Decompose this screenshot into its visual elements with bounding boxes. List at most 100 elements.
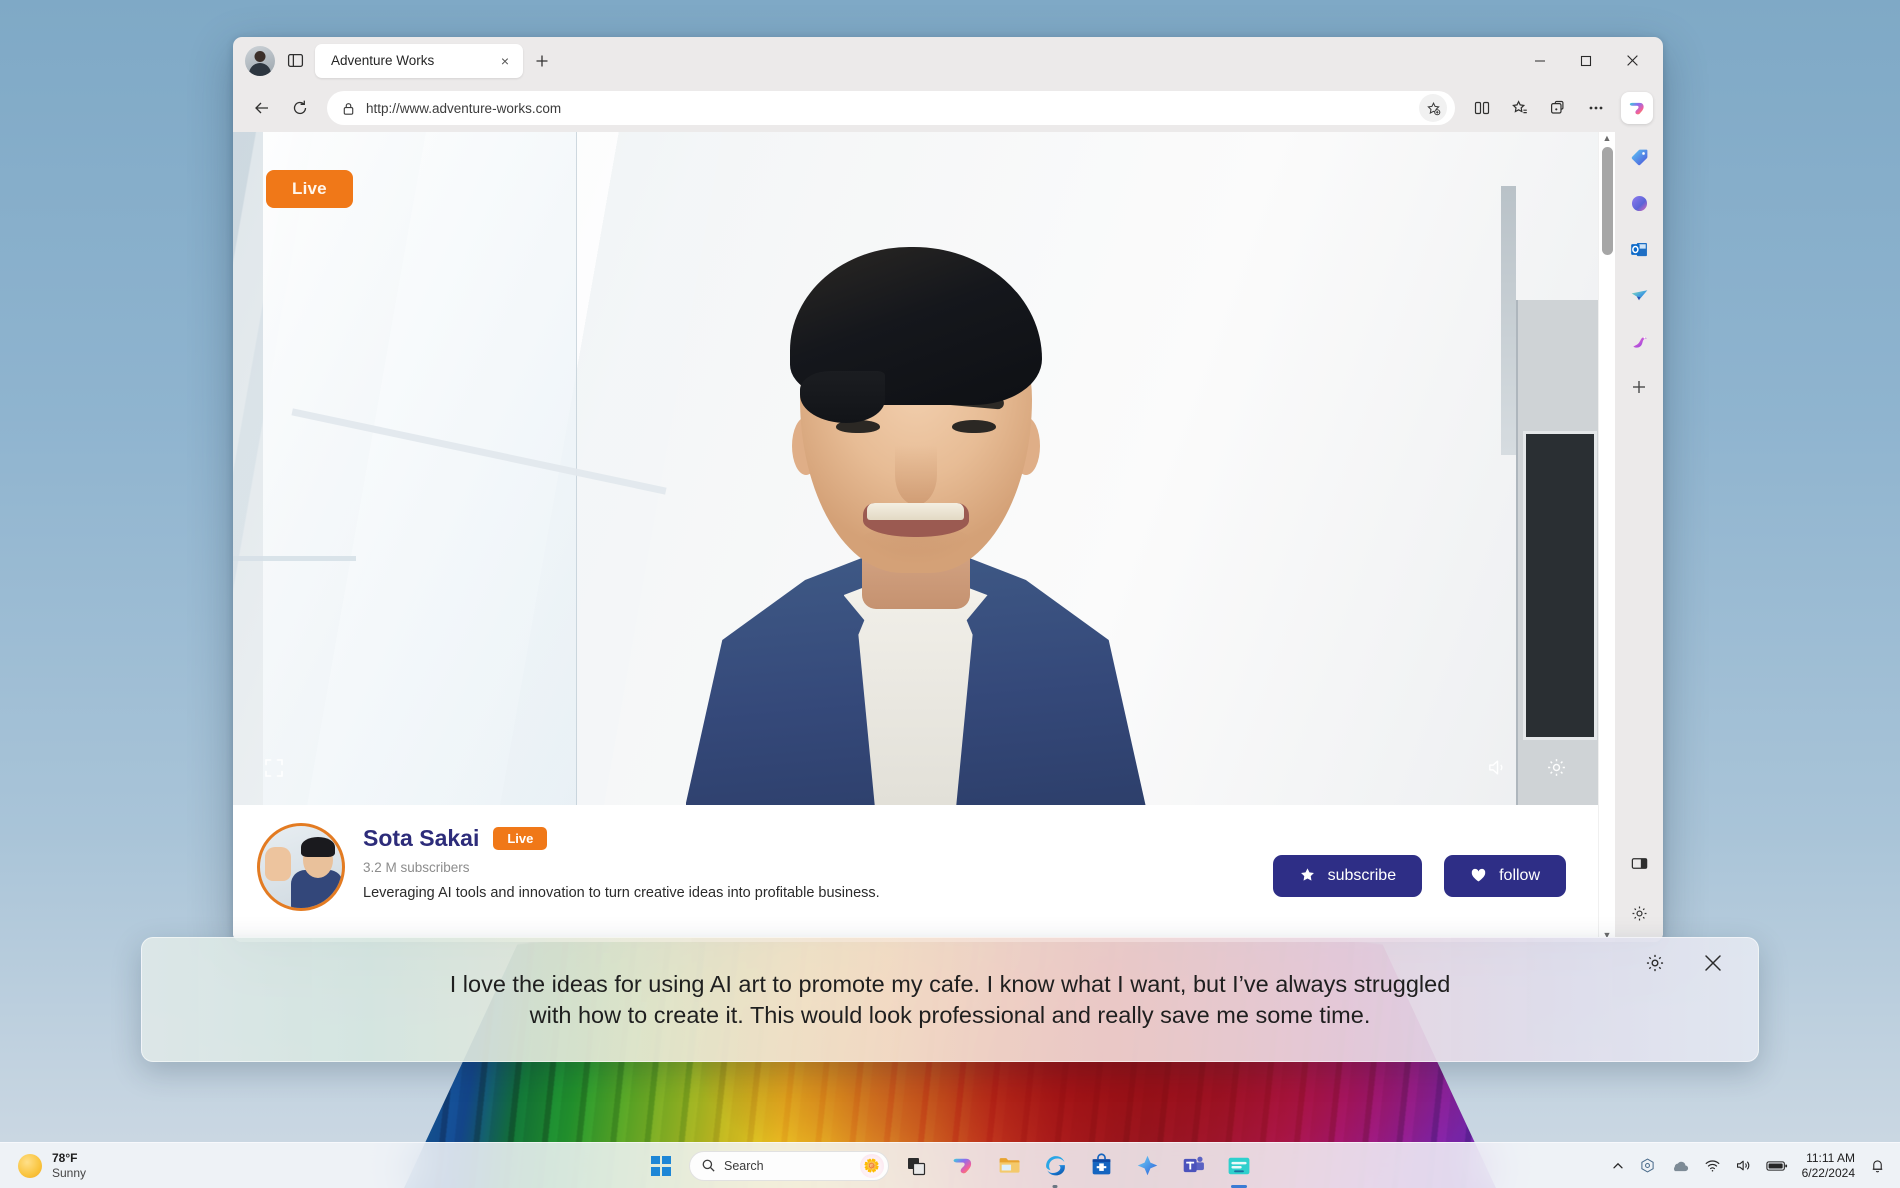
system-tray: 11:11 AM 6/22/2024 <box>1611 1151 1900 1181</box>
subscribe-button[interactable]: subscribe <box>1272 854 1423 897</box>
edge-sidebar <box>1615 132 1663 942</box>
shopping-tag-icon[interactable] <box>1624 142 1654 172</box>
tab-strip: Adventure Works × <box>233 37 1663 84</box>
weather-text: 78°F Sunny <box>52 1151 86 1180</box>
video-monitor <box>1516 300 1598 805</box>
battery-icon[interactable] <box>1765 1159 1788 1173</box>
weather-widget[interactable]: 78°F Sunny <box>0 1151 240 1180</box>
start-button[interactable] <box>643 1148 679 1184</box>
clock-time: 11:11 AM <box>1806 1150 1855 1165</box>
add-sidebar-icon[interactable] <box>1624 372 1654 402</box>
refresh-icon[interactable] <box>283 91 317 125</box>
caption-settings-icon[interactable] <box>1644 952 1666 974</box>
clock-date: 6/22/2024 <box>1801 1165 1855 1180</box>
fullscreen-icon[interactable] <box>263 757 285 779</box>
live-badge: Live <box>266 170 353 208</box>
outlook-icon[interactable] <box>1624 234 1654 264</box>
split-screen-icon[interactable] <box>1465 91 1499 125</box>
scrollbar-track[interactable] <box>1599 143 1615 931</box>
caption-text: I love the ideas for using AI art to pro… <box>449 970 1451 1028</box>
toggle-sidebar-icon[interactable] <box>1624 848 1654 878</box>
favorites-icon[interactable] <box>1503 91 1537 125</box>
video-window-pane <box>263 132 577 805</box>
channel-actions: subscribe follow <box>1272 854 1572 897</box>
taskbar-clock[interactable]: 11:11 AM 6/22/2024 <box>1802 1151 1855 1181</box>
store-icon[interactable] <box>1083 1148 1119 1184</box>
weather-condition: Sunny <box>52 1165 87 1180</box>
tab-title: Adventure Works <box>331 53 435 68</box>
onedrive-icon[interactable] <box>1670 1156 1690 1176</box>
navigation-toolbar: http://www.adventure-works.com <box>233 84 1663 132</box>
scrollbar-thumb[interactable] <box>1602 147 1613 255</box>
window-controls <box>1517 44 1655 78</box>
windows-taskbar: 78°F Sunny Search 🌼 11:11 AM 6/22/2024 <box>0 1142 1900 1188</box>
subscribe-label: subscribe <box>1327 866 1397 884</box>
new-tab-icon[interactable] <box>527 46 557 76</box>
video-presenter <box>685 165 1146 805</box>
edge-icon[interactable] <box>1037 1148 1073 1184</box>
minimize-button[interactable] <box>1517 44 1563 78</box>
maximize-button[interactable] <box>1563 44 1609 78</box>
channel-name: Sota Sakai <box>363 825 480 851</box>
address-bar[interactable]: http://www.adventure-works.com <box>327 91 1455 125</box>
web-page: Live Sota Sakai Live 3.2 M subscribers L… <box>233 132 1598 942</box>
scroll-up-icon[interactable]: ▲ <box>1603 134 1612 143</box>
collections-icon[interactable] <box>1541 91 1575 125</box>
network-icon[interactable] <box>1639 1157 1656 1174</box>
volume-icon[interactable] <box>1735 1157 1752 1174</box>
live-video-player[interactable]: Live <box>233 132 1598 805</box>
follow-label: follow <box>1499 866 1540 884</box>
meeting-app-icon[interactable] <box>1221 1148 1257 1184</box>
wifi-icon[interactable] <box>1704 1157 1721 1174</box>
volume-icon[interactable] <box>1486 756 1509 779</box>
sidebar-bottom-actions <box>1624 848 1654 942</box>
show-hidden-icons-icon[interactable] <box>1611 1159 1625 1173</box>
copilot-icon[interactable] <box>1621 92 1653 124</box>
profile-avatar-icon[interactable] <box>245 45 275 76</box>
teams-icon[interactable] <box>1175 1148 1211 1184</box>
weather-temperature: 78°F <box>52 1151 78 1166</box>
settings-gear-icon[interactable] <box>1545 756 1568 779</box>
close-window-button[interactable] <box>1609 44 1655 78</box>
search-icon <box>701 1158 716 1173</box>
page-scrollbar[interactable]: ▲ ▼ <box>1598 132 1615 942</box>
caption-close-icon[interactable] <box>1702 952 1724 974</box>
video-wall-edge <box>1501 185 1517 456</box>
channel-avatar[interactable] <box>257 823 345 911</box>
file-explorer-icon[interactable] <box>991 1148 1027 1184</box>
address-bar-url: http://www.adventure-works.com <box>366 100 562 116</box>
channel-details: Sota Sakai Live 3.2 M subscribers Levera… <box>363 823 1255 901</box>
sun-icon <box>18 1153 42 1178</box>
copilot-icon[interactable] <box>945 1148 981 1184</box>
lock-icon <box>341 101 356 116</box>
browser-window: Adventure Works × http://www.adventure-w… <box>233 37 1663 942</box>
taskbar-center: Search 🌼 <box>643 1148 1257 1184</box>
back-arrow-icon[interactable] <box>245 91 279 125</box>
channel-name-row: Sota Sakai Live <box>363 825 1255 852</box>
lotus-icon[interactable]: 🌼 <box>860 1153 884 1178</box>
tab-actions-icon[interactable] <box>279 45 311 77</box>
search-placeholder: Search <box>724 1158 764 1173</box>
designer-icon[interactable] <box>1129 1148 1165 1184</box>
browser-tab[interactable]: Adventure Works × <box>315 43 523 78</box>
add-favorite-icon[interactable] <box>1419 94 1447 122</box>
close-tab-icon[interactable]: × <box>495 51 515 71</box>
follow-button[interactable]: follow <box>1444 854 1566 897</box>
channel-info-bar: Sota Sakai Live 3.2 M subscribers Levera… <box>233 805 1598 942</box>
video-controls-right <box>1486 756 1568 779</box>
heart-icon <box>1470 867 1487 884</box>
microsoft-365-icon[interactable] <box>1624 188 1654 218</box>
windows-logo-icon <box>651 1155 671 1176</box>
more-options-icon[interactable] <box>1579 91 1613 125</box>
sidebar-settings-icon[interactable] <box>1624 898 1654 928</box>
subscriber-count: 3.2 M subscribers <box>363 860 470 875</box>
channel-description: Leveraging AI tools and innovation to tu… <box>363 885 880 901</box>
live-caption-bar: I love the ideas for using AI art to pro… <box>141 937 1759 1062</box>
video-window-frame-2 <box>233 555 356 561</box>
taskbar-search[interactable]: Search 🌼 <box>689 1150 889 1181</box>
games-icon[interactable] <box>1624 280 1654 310</box>
notification-bell-icon[interactable] <box>1869 1157 1886 1174</box>
channel-live-badge: Live <box>493 827 548 850</box>
tools-icon[interactable] <box>1624 326 1654 356</box>
task-view-icon[interactable] <box>899 1148 935 1184</box>
